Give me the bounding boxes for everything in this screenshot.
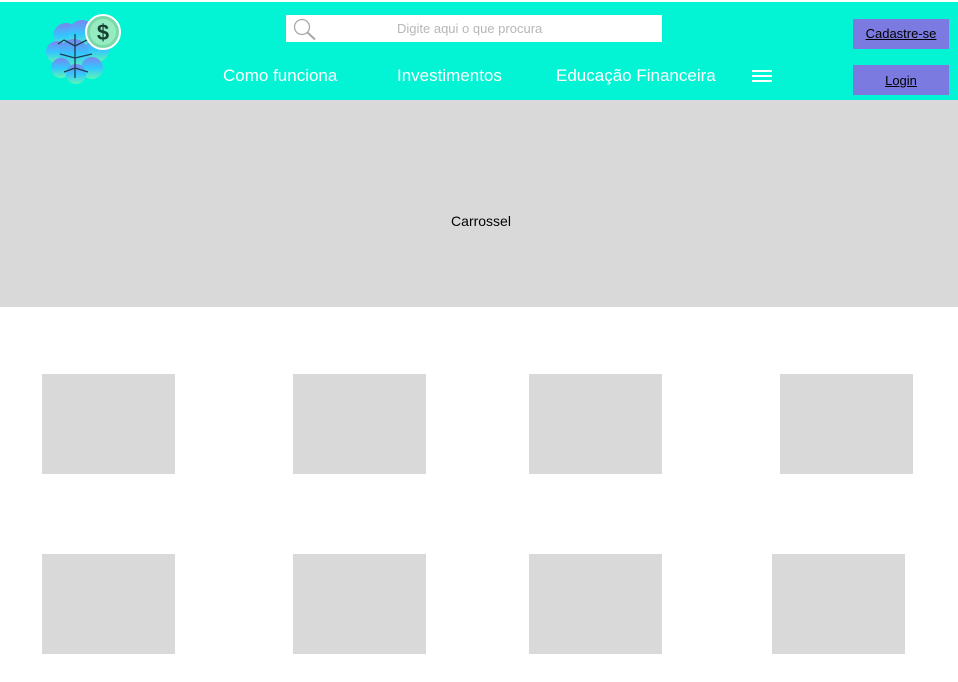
search-bar[interactable]: Digite aqui o que procura [286,15,662,42]
content-card-placeholder[interactable] [772,554,905,654]
brain-dollar-logo[interactable]: $ [44,12,126,88]
nav-investimentos[interactable]: Investimentos [397,66,502,86]
carousel[interactable]: Carrossel [0,100,958,307]
search-input[interactable]: Digite aqui o que procura [397,21,542,36]
content-card-placeholder[interactable] [42,554,175,654]
svg-text:$: $ [97,20,109,45]
content-card-placeholder[interactable] [293,554,426,654]
login-button[interactable]: Login [853,65,949,95]
search-icon[interactable] [292,17,318,41]
nav-como-funciona[interactable]: Como funciona [223,66,337,86]
content-card-placeholder[interactable] [529,554,662,654]
carousel-label: Carrossel [451,213,511,229]
content-card-placeholder[interactable] [293,374,426,474]
hamburger-menu-icon[interactable] [752,68,772,84]
signup-button[interactable]: Cadastre-se [853,19,949,49]
header: $ Digite aqui o que procura Como funcion… [0,2,958,100]
nav-educacao-financeira[interactable]: Educação Financeira [556,66,716,86]
content-card-placeholder[interactable] [529,374,662,474]
content-card-placeholder[interactable] [42,374,175,474]
content-card-placeholder[interactable] [780,374,913,474]
